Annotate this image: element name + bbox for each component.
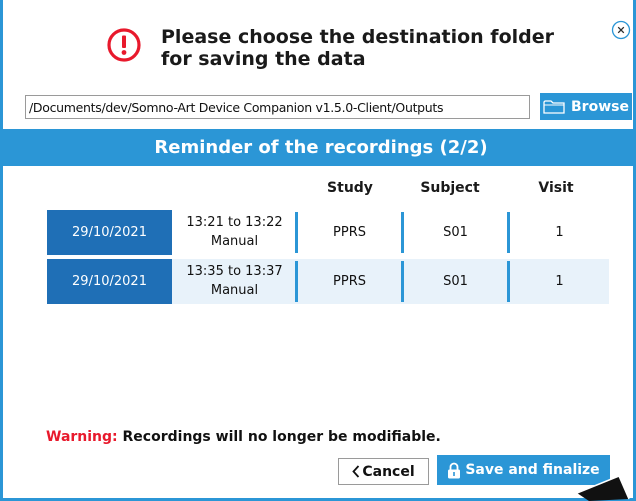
warning-label: Warning: <box>46 429 118 445</box>
cancel-button[interactable]: Cancel <box>338 458 429 485</box>
dialog-title-line1: Please choose the destination folder <box>161 26 554 48</box>
recording-mode: Manual <box>210 234 259 249</box>
study-cell: PPRS <box>333 225 366 240</box>
date-cell: 29/10/2021 <box>47 210 172 255</box>
time-cell: 13:21 to 13:22 Manual <box>172 213 297 251</box>
save-dialog: Please choose the destination folder for… <box>0 0 636 501</box>
column-header-subject: Subject <box>420 180 480 196</box>
cancel-button-label: Cancel <box>362 463 415 480</box>
recordings-banner: Reminder of the recordings (2/2) <box>3 129 636 166</box>
subject-cell: S01 <box>443 225 468 240</box>
study-cell: PPRS <box>333 274 366 289</box>
folder-icon <box>543 99 565 114</box>
table-row: 29/10/2021 13:21 to 13:22 Manual PPRS S0… <box>47 210 609 255</box>
mouse-pointer-icon <box>576 475 630 501</box>
exclamation-circle-icon <box>107 28 141 62</box>
warning-text: Recordings will no longer be modifiable. <box>122 429 441 445</box>
dialog-title: Please choose the destination folder for… <box>161 26 554 70</box>
dialog-title-line2: for saving the data <box>161 48 366 70</box>
column-header-visit: Visit <box>538 180 574 196</box>
browse-button-label: Browse <box>571 98 629 115</box>
recordings-banner-title: Reminder of the recordings (2/2) <box>154 137 488 158</box>
close-icon[interactable] <box>611 20 631 40</box>
destination-path-input[interactable] <box>25 95 530 119</box>
visit-cell: 1 <box>555 225 564 240</box>
recording-mode: Manual <box>210 283 259 298</box>
subject-cell: S01 <box>443 274 468 289</box>
lock-icon <box>448 462 461 478</box>
column-header-study: Study <box>327 180 373 196</box>
time-range: 13:21 to 13:22 <box>186 215 283 230</box>
visit-cell: 1 <box>555 274 564 289</box>
chevron-left-icon <box>352 465 360 478</box>
browse-button[interactable]: Browse <box>540 93 632 120</box>
time-cell: 13:35 to 13:37 Manual <box>172 262 297 300</box>
time-range: 13:35 to 13:37 <box>186 264 283 279</box>
date-cell: 29/10/2021 <box>47 259 172 304</box>
warning-message: Warning: Recordings will no longer be mo… <box>46 429 441 445</box>
table-row: 29/10/2021 13:35 to 13:37 Manual PPRS S0… <box>47 259 609 304</box>
